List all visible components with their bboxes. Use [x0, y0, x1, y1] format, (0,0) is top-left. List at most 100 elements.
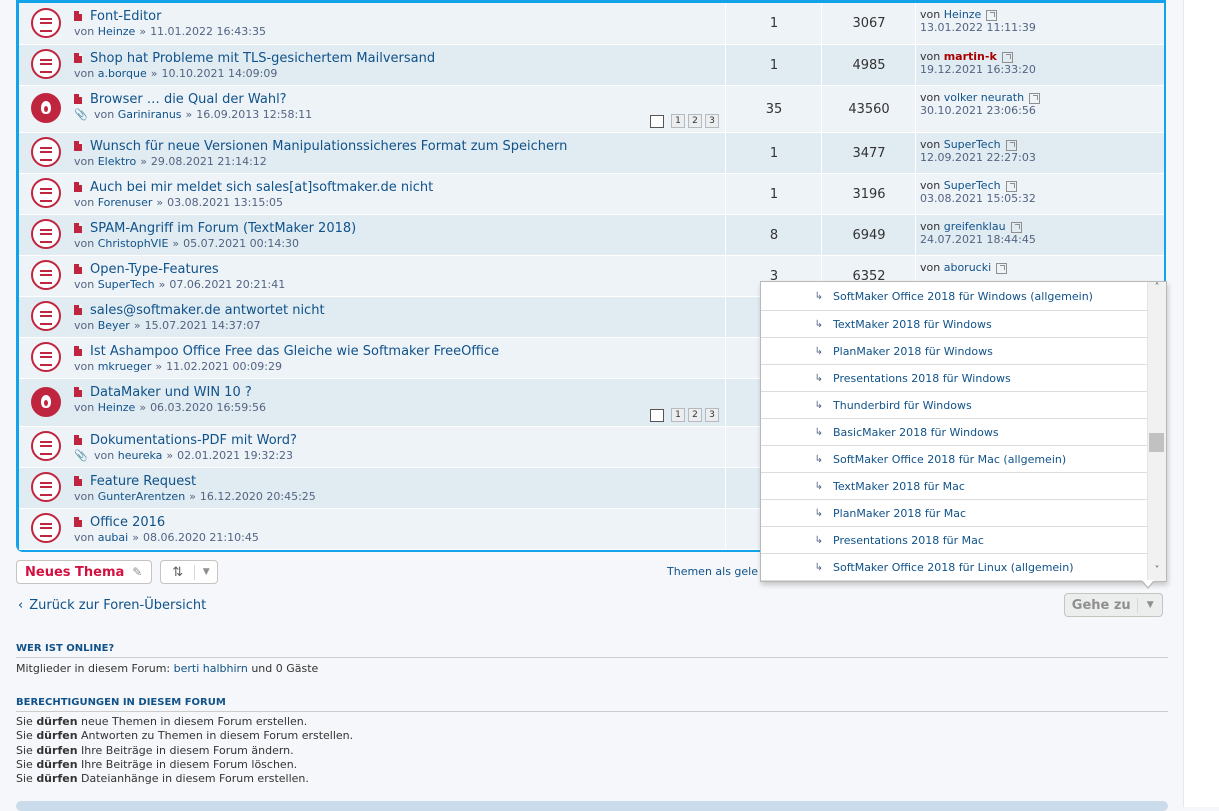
last-post-author-link[interactable]: Heinze — [944, 8, 982, 21]
document-icon — [74, 346, 82, 356]
topic-author-link[interactable]: heureka — [118, 449, 163, 462]
topic-row[interactable]: Shop hat Probleme mit TLS-gesichertem Ma… — [19, 45, 1164, 86]
document-icon — [74, 223, 82, 233]
topic-author-link[interactable]: SuperTech — [98, 278, 155, 291]
jumpbox-forum-item[interactable]: ↳ Presentations 2018 für Windows — [761, 365, 1148, 392]
jumpbox-button[interactable]: Gehe zu ▼ — [1064, 593, 1163, 617]
back-to-index-link[interactable]: ‹ Zurück zur Foren-Übersicht — [18, 598, 206, 613]
hot-topic-icon — [31, 93, 61, 123]
topic-row[interactable]: Auch bei mir meldet sich sales[at]softma… — [19, 174, 1164, 215]
last-post-author-link[interactable]: aborucki — [944, 261, 991, 274]
online-member-link[interactable]: berti halbhirn — [174, 662, 248, 675]
dropdown-scrollbar[interactable]: ˄ ˅ — [1147, 282, 1166, 581]
chevron-left-icon: ‹ — [18, 598, 24, 613]
topic-author-link[interactable]: Heinze — [98, 401, 136, 414]
jumpbox-forum-item[interactable]: ↳ TextMaker 2018 für Mac — [761, 473, 1148, 500]
topic-title-link[interactable]: Dokumentations-PDF mit Word? — [90, 433, 297, 448]
topic-title-link[interactable]: Feature Request — [90, 474, 196, 489]
last-post-time: 12.09.2021 22:27:03 — [920, 151, 1036, 164]
last-post-author-link[interactable]: greifenklau — [944, 220, 1006, 233]
topic-author-link[interactable]: aubai — [98, 531, 129, 544]
topic-author-link[interactable]: ChristophVIE — [98, 237, 169, 250]
topic-title-link[interactable]: Auch bei mir meldet sich sales[at]softma… — [90, 180, 433, 195]
topic-author-link[interactable]: Elektro — [98, 155, 136, 168]
page-link[interactable]: 2 — [688, 114, 702, 128]
document-icon — [74, 94, 82, 104]
jumpbox-forum-item[interactable]: ↳ PlanMaker 2018 für Mac — [761, 500, 1148, 527]
go-to-post-icon[interactable] — [1005, 180, 1017, 192]
topic-date: 16.09.2013 12:58:11 — [196, 108, 313, 121]
jumpbox-forum-label: SoftMaker Office 2018 für Linux (allgeme… — [833, 560, 1074, 574]
topic-byline: von GunterArentzen » 16.12.2020 20:45:25 — [74, 490, 724, 503]
jumpbox-forum-item[interactable]: ↳ SoftMaker Office 2018 für Linux (allgem… — [761, 554, 1148, 581]
jumpbox-forum-item[interactable]: ↳ SoftMaker Office 2018 für Mac (allgemei… — [761, 446, 1148, 473]
topic-row[interactable]: Font-Editor von Heinze» 11.01.2022 16:43:3… — [19, 3, 1164, 45]
scroll-down-icon[interactable]: ˅ — [1148, 565, 1166, 581]
go-to-post-icon[interactable] — [996, 262, 1008, 274]
by-label: von — [74, 67, 95, 80]
jumpbox-forum-item[interactable]: ↳ Presentations 2018 für Mac — [761, 527, 1148, 554]
document-icon — [74, 141, 82, 151]
topic-author-link[interactable]: Heinze — [98, 25, 136, 38]
go-to-post-icon[interactable] — [1005, 139, 1017, 151]
document-icon — [74, 264, 82, 274]
topic-author-link[interactable]: Forenuser — [98, 196, 153, 209]
topic-row[interactable]: Wunsch für neue Versionen Manipulationss… — [19, 133, 1164, 174]
go-to-post-icon[interactable] — [1029, 92, 1041, 104]
last-post-author-link[interactable]: martin-k — [944, 50, 997, 63]
jumpbox-forum-item[interactable]: ↳ TextMaker 2018 für Windows — [761, 311, 1148, 338]
jumpbox-forum-item[interactable]: ↳ SoftMaker Office 2018 für Windows (allg… — [761, 282, 1148, 311]
topic-title-cell: SPAM-Angriff im Forum (TextMaker 2018) vo… — [74, 220, 724, 250]
topic-title-link[interactable]: Office 2016 — [90, 515, 165, 530]
page-link[interactable]: 2 — [688, 408, 702, 422]
page-link[interactable]: 3 — [705, 114, 719, 128]
subforum-arrow-icon: ↳ — [814, 534, 823, 546]
permission-line: Sie dürfen neue Themen in diesem Forum e… — [16, 715, 308, 728]
topic-title-cell: Ist Ashampoo Office Free das Gleiche wie… — [74, 343, 724, 373]
jumpbox-forum-item[interactable]: ↳TextMaker 2018 für Linux — [761, 581, 1148, 582]
topic-title-link[interactable]: Browser … die Qual der Wahl? — [90, 92, 287, 107]
document-icon — [74, 435, 82, 445]
pagination-info[interactable]: Themen als gele — [667, 565, 758, 578]
jumpbox-forum-item[interactable]: ↳ BasicMaker 2018 für Windows — [761, 419, 1148, 446]
scrollbar-thumb[interactable] — [1149, 433, 1164, 452]
page-link[interactable]: 1 — [671, 408, 685, 422]
new-topic-button[interactable]: Neues Thema ✎ — [16, 560, 152, 584]
topic-author-link[interactable]: GunterArentzen — [98, 490, 185, 503]
last-post-author-link[interactable]: volker neurath — [944, 91, 1024, 104]
topic-row[interactable]: SPAM-Angriff im Forum (TextMaker 2018) vo… — [19, 215, 1164, 256]
topic-title-link[interactable]: Wunsch für neue Versionen Manipulationss… — [90, 139, 567, 154]
topic-author-link[interactable]: a.borque — [98, 67, 147, 80]
separator: » — [140, 155, 147, 168]
go-to-post-icon[interactable] — [1010, 221, 1022, 233]
topic-author-link[interactable]: Gariniranus — [118, 108, 182, 121]
topic-author-link[interactable]: Beyer — [98, 319, 130, 332]
topic-title-link[interactable]: Shop hat Probleme mit TLS-gesichertem Ma… — [90, 51, 435, 66]
topic-title-link[interactable]: Font-Editor — [90, 9, 161, 24]
topic-title-link[interactable]: sales@softmaker.de antwortet nicht — [90, 303, 325, 318]
permission-line: Sie dürfen Ihre Beiträge in diesem Forum… — [16, 743, 294, 757]
views-count: 3196 — [821, 174, 916, 214]
sort-options-button[interactable]: ⇅ ▼ — [160, 560, 218, 584]
topic-title-link[interactable]: DataMaker und WIN 10 ? — [90, 385, 252, 400]
last-post-author-link[interactable]: SuperTech — [944, 138, 1001, 151]
topic-title-link[interactable]: Open-Type-Features — [90, 262, 219, 277]
topic-title-link[interactable]: SPAM-Angriff im Forum (TextMaker 2018) — [90, 221, 356, 236]
by-label: von — [74, 237, 95, 250]
jumpbox-forum-item[interactable]: ↳ Thunderbird für Windows — [761, 392, 1148, 419]
topic-title-cell: Font-Editor von Heinze» 11.01.2022 16:43:3… — [74, 8, 724, 38]
go-to-post-icon[interactable] — [1001, 51, 1013, 63]
topic-title-link[interactable]: Ist Ashampoo Office Free das Gleiche wie… — [90, 344, 499, 359]
topic-title-cell: Shop hat Probleme mit TLS-gesichertem Ma… — [74, 50, 724, 80]
topic-row[interactable]: Browser … die Qual der Wahl? 📎 von Garinir… — [19, 86, 1164, 133]
topic-author-link[interactable]: mkrueger — [98, 360, 152, 373]
footer-bar — [16, 801, 1168, 811]
last-post-cell: von martin-k 19.12.2021 16:33:20 — [915, 45, 1164, 85]
last-post-author-link[interactable]: SuperTech — [944, 179, 1001, 192]
chevron-down-icon: ▼ — [202, 567, 210, 577]
jumpbox-forum-item[interactable]: ↳ PlanMaker 2018 für Windows — [761, 338, 1148, 365]
go-to-post-icon[interactable] — [986, 9, 998, 21]
page-link[interactable]: 3 — [705, 408, 719, 422]
page-link[interactable]: 1 — [671, 114, 685, 128]
scroll-up-icon[interactable]: ˄ — [1148, 282, 1166, 298]
